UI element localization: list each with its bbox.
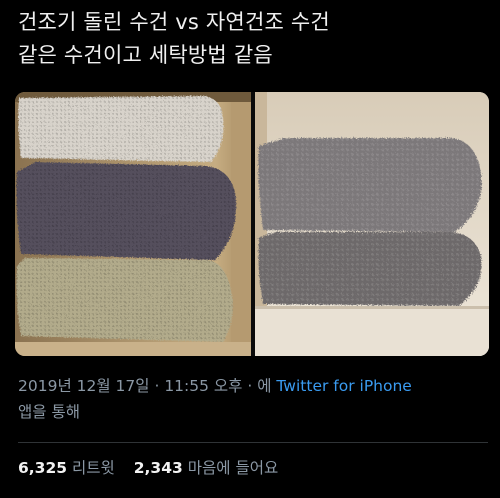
likes-label: 마음에 들어요 [187, 459, 279, 477]
towels-dryer-photo-icon [15, 92, 251, 356]
tweet-date: 2019년 12월 17일 [18, 377, 150, 395]
photo-dryer-towels[interactable] [15, 92, 251, 356]
tweet-time: 11:55 오후 [164, 377, 243, 395]
meta-separator: · [149, 377, 165, 395]
retweets-label: 리트윗 [72, 459, 115, 477]
tweet-text-line-1: 건조기 돌린 수건 vs 자연건조 수건 [18, 10, 330, 34]
tweet-source-suffix: 앱을 통해 [18, 403, 80, 421]
tweet-text: 건조기 돌린 수건 vs 자연건조 수건 같은 수건이고 세탁방법 같음 [18, 6, 488, 72]
retweets-stat[interactable]: 6,325 리트윗 [18, 459, 120, 477]
tweet-text-line-2: 같은 수건이고 세탁방법 같음 [18, 43, 273, 67]
likes-stat[interactable]: 2,343 마음에 들어요 [134, 459, 279, 477]
stats-divider [18, 442, 488, 443]
towels-airdried-photo-icon [255, 92, 489, 356]
likes-count: 2,343 [133, 459, 183, 477]
retweets-count: 6,325 [18, 459, 68, 477]
tweet-media[interactable] [15, 92, 489, 356]
tweet-source-link[interactable]: Twitter for iPhone [276, 377, 411, 395]
tweet-timestamp-source: 2019년 12월 17일 · 11:55 오후 · 에 Twitter for… [18, 373, 488, 425]
photo-airdried-towels[interactable] [255, 92, 489, 356]
tweet-stats: 6,325 리트윗 2,343 마음에 들어요 [18, 456, 292, 480]
meta-separator-source: · 에 [242, 377, 277, 395]
